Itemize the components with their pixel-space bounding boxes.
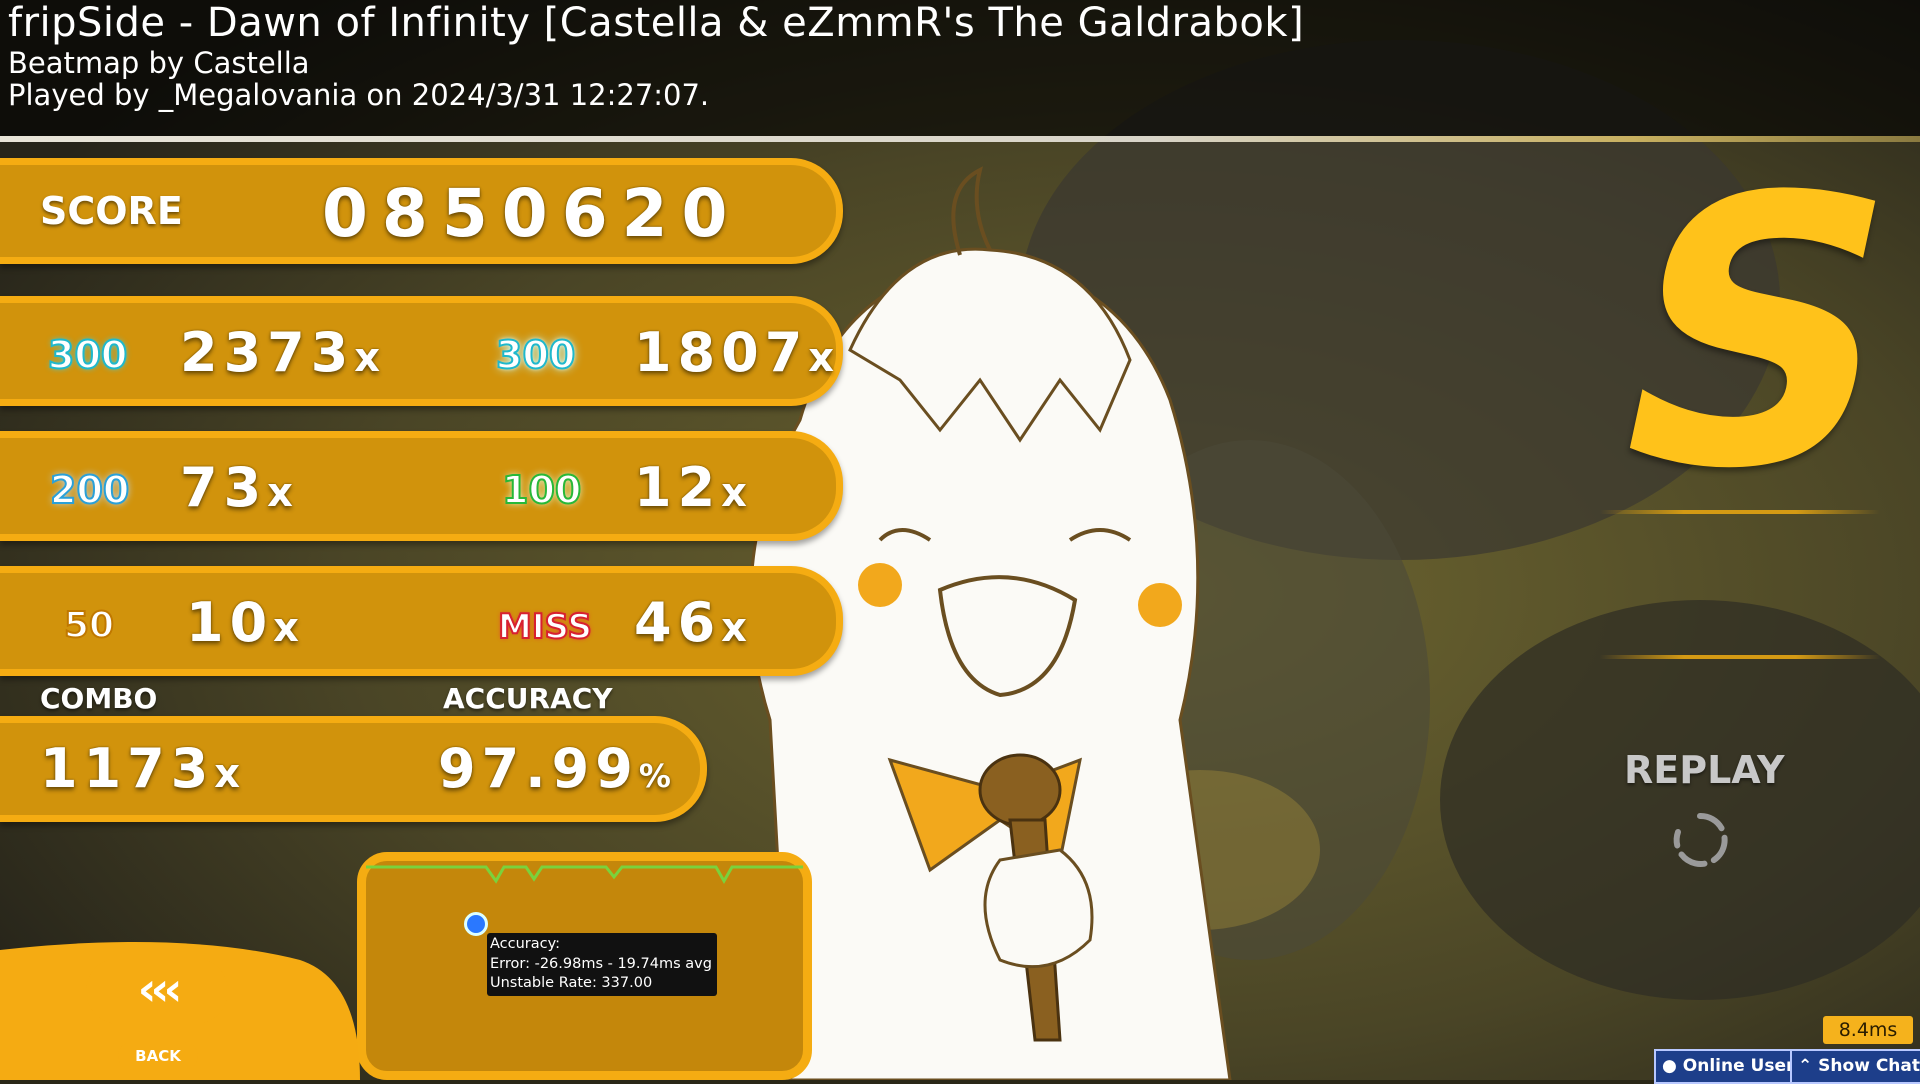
tooltip-line-1: Accuracy:	[490, 936, 561, 952]
hit50-count-value: 10	[186, 591, 274, 654]
tooltip-line-3: Unstable Rate: 337.00	[490, 975, 653, 991]
back-arrows-icon: ‹‹‹	[137, 962, 183, 1016]
combo-value: 1173x	[40, 737, 240, 800]
accuracy-value-number: 97.99	[438, 737, 639, 800]
hit200-icon: 200	[49, 467, 130, 513]
miss-count-value: 46	[634, 591, 722, 654]
back-button[interactable]: ‹‹‹	[86, 958, 228, 1024]
online-users-label: Online Users	[1682, 1056, 1805, 1076]
hit-counts-row-1: 300 2373x 300 1807x	[0, 296, 843, 406]
geki-count-value: 1807	[634, 321, 809, 384]
hit200-count: 73x	[180, 456, 293, 519]
katu-suffix: x	[721, 470, 747, 516]
hit300-suffix: x	[354, 335, 381, 381]
replay-button[interactable]: REPLAY	[1624, 748, 1785, 792]
show-chat-label: Show Chat	[1818, 1056, 1920, 1076]
hit50-icon: 50	[63, 604, 115, 647]
accuracy-value: 97.99%	[438, 737, 671, 800]
combo-value-number: 1173	[40, 737, 215, 800]
hp-graph-line	[366, 865, 803, 885]
tooltip-line-2: Error: -26.98ms - 19.74ms avg	[490, 955, 712, 972]
miss-count: 46x	[634, 591, 747, 654]
hit200-suffix: x	[267, 470, 293, 516]
combo-suffix: x	[214, 751, 241, 797]
hit50-count: 10x	[186, 591, 299, 654]
combo-accuracy-panel: 1173x 97.99%	[0, 716, 707, 822]
users-icon: ●	[1662, 1056, 1677, 1076]
frame-time-display: 8.4ms	[1823, 1016, 1913, 1044]
online-users-button[interactable]: ● Online Users	[1654, 1049, 1813, 1084]
score-label: SCORE	[40, 189, 183, 233]
geki-suffix: x	[808, 335, 835, 381]
accuracy-tooltip: Accuracy: Error: -26.98ms - 19.74ms avg …	[487, 933, 717, 996]
rank-divider-bottom	[1600, 655, 1880, 659]
hit300-count-value: 2373	[180, 321, 355, 384]
chevron-up-icon: ⌃	[1798, 1056, 1813, 1076]
geki-count: 1807x	[634, 321, 834, 384]
header-divider	[0, 136, 1920, 142]
loading-spinner-icon	[1673, 812, 1728, 867]
geki-icon: 300	[495, 332, 576, 378]
show-chat-button[interactable]: ⌃ Show Chat	[1790, 1049, 1920, 1084]
miss-icon: MISS	[497, 606, 593, 648]
hit50-suffix: x	[273, 605, 299, 651]
hit300-count: 2373x	[180, 321, 380, 384]
accuracy-label: ACCURACY	[443, 682, 613, 715]
katu-count: 12x	[634, 456, 747, 519]
katu-count-value: 12	[634, 456, 722, 519]
hit-counts-row-2: 200 73x 100 12x	[0, 431, 843, 541]
back-label[interactable]: BACK	[118, 1042, 198, 1070]
song-title: fripSide - Dawn of Infinity [Castella & …	[8, 0, 1305, 46]
miss-suffix: x	[721, 605, 747, 651]
played-by-info: Played by _Megalovania on 2024/3/31 12:2…	[8, 78, 710, 112]
katu-icon: 100	[501, 467, 582, 513]
graph-hover-marker	[464, 912, 488, 936]
combo-label: COMBO	[40, 682, 158, 715]
rank-divider-top	[1600, 510, 1880, 514]
hit-counts-row-3: 50 10x MISS 46x	[0, 566, 843, 676]
score-value: 0850620	[322, 175, 742, 252]
accuracy-suffix: %	[638, 757, 671, 795]
hit300-icon: 300	[47, 332, 128, 378]
score-panel: SCORE 0850620	[0, 158, 843, 264]
beatmap-creator: Beatmap by Castella	[8, 46, 310, 80]
hit200-count-value: 73	[180, 456, 268, 519]
